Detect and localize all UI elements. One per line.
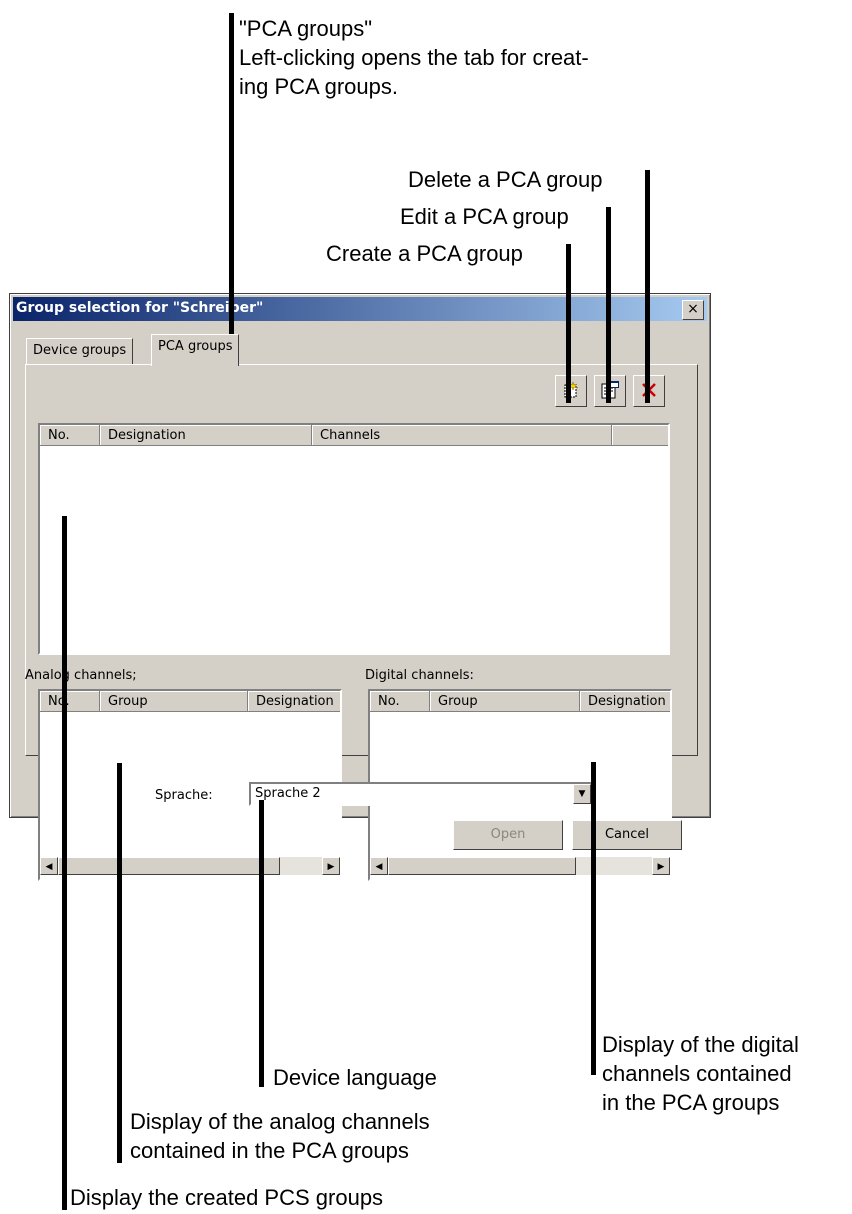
annotation-created: Display the created PCS groups xyxy=(70,1185,384,1210)
annotation-analog-line1: Display of the analog channels xyxy=(130,1109,430,1134)
scroll-left-button[interactable]: ◀ xyxy=(370,857,388,875)
column-header-channels[interactable]: Channels xyxy=(312,425,612,446)
leader-line-delete xyxy=(645,170,650,403)
column-header-no[interactable]: No. xyxy=(40,691,100,712)
leader-line-digital xyxy=(591,762,596,1075)
annotation-pca-tab-line2: ing PCA groups. xyxy=(239,74,398,99)
scroll-left-button[interactable]: ◀ xyxy=(40,857,58,875)
leader-line-language xyxy=(259,800,264,1087)
scroll-right-button[interactable]: ▶ xyxy=(322,857,340,875)
dialog-title: Group selection for "Schreiber" xyxy=(16,300,264,316)
cancel-button[interactable]: Cancel xyxy=(572,820,682,850)
column-header-designation[interactable]: Designation xyxy=(580,691,670,712)
digital-channels-label: Digital channels: xyxy=(365,668,474,683)
column-header-no[interactable]: No. xyxy=(370,691,430,712)
annotation-digital-line3: in the PCA groups xyxy=(602,1090,780,1115)
column-header-group[interactable]: Group xyxy=(430,691,580,712)
column-header-group[interactable]: Group xyxy=(100,691,248,712)
leader-line-pca-tab xyxy=(229,13,234,346)
analog-channels-label: Analog channels; xyxy=(25,668,137,683)
annotation-pca-tab-line1: Left-clicking opens the tab for creat- xyxy=(239,45,589,70)
annotation-create: Create a PCA group xyxy=(326,241,523,266)
scroll-thumb[interactable] xyxy=(58,857,280,875)
title-bar[interactable]: Group selection for "Schreiber" × xyxy=(13,297,707,321)
close-button[interactable]: × xyxy=(682,300,704,320)
annotation-delete: Delete a PCA group xyxy=(408,167,603,192)
open-button[interactable]: Open xyxy=(453,820,563,850)
arrow-left-icon: ◀ xyxy=(375,861,383,871)
annotation-analog-line2: contained in the PCA groups xyxy=(130,1138,409,1163)
language-label: Sprache: xyxy=(155,788,213,803)
arrow-left-icon: ◀ xyxy=(45,861,53,871)
annotation-edit: Edit a PCA group xyxy=(400,204,569,229)
arrow-right-icon: ▶ xyxy=(657,861,665,871)
leader-line-analog xyxy=(117,763,122,1163)
language-select[interactable]: Sprache 2 ▼ xyxy=(249,782,593,806)
close-icon: × xyxy=(687,301,699,317)
annotation-digital-line1: Display of the digital xyxy=(602,1032,799,1057)
annotation-language: Device language xyxy=(273,1065,437,1090)
scroll-right-button[interactable]: ▶ xyxy=(652,857,670,875)
column-header-designation[interactable]: Designation xyxy=(248,691,340,712)
column-header-blank xyxy=(612,425,668,446)
digital-horizontal-scrollbar[interactable]: ◀ ▶ xyxy=(370,857,670,875)
chevron-down-icon[interactable]: ▼ xyxy=(573,784,591,804)
tab-pca-groups[interactable]: PCA groups xyxy=(151,334,240,366)
create-group-button[interactable] xyxy=(555,375,587,407)
leader-line-create xyxy=(566,244,571,403)
language-value: Sprache 2 xyxy=(255,786,321,801)
new-icon xyxy=(564,381,579,398)
pca-groups-list[interactable]: No. Designation Channels xyxy=(38,423,670,655)
column-header-no[interactable]: No. xyxy=(40,425,100,446)
analog-horizontal-scrollbar[interactable]: ◀ ▶ xyxy=(40,857,340,875)
leader-line-created-groups xyxy=(62,516,67,1210)
annotation-pca-tab-title: "PCA groups" xyxy=(239,16,373,41)
scroll-thumb[interactable] xyxy=(388,857,576,875)
annotation-digital-line2: channels contained xyxy=(602,1061,792,1086)
leader-line-edit xyxy=(606,207,611,403)
tab-device-groups[interactable]: Device groups xyxy=(26,338,134,365)
arrow-right-icon: ▶ xyxy=(327,861,335,871)
column-header-designation[interactable]: Designation xyxy=(100,425,312,446)
